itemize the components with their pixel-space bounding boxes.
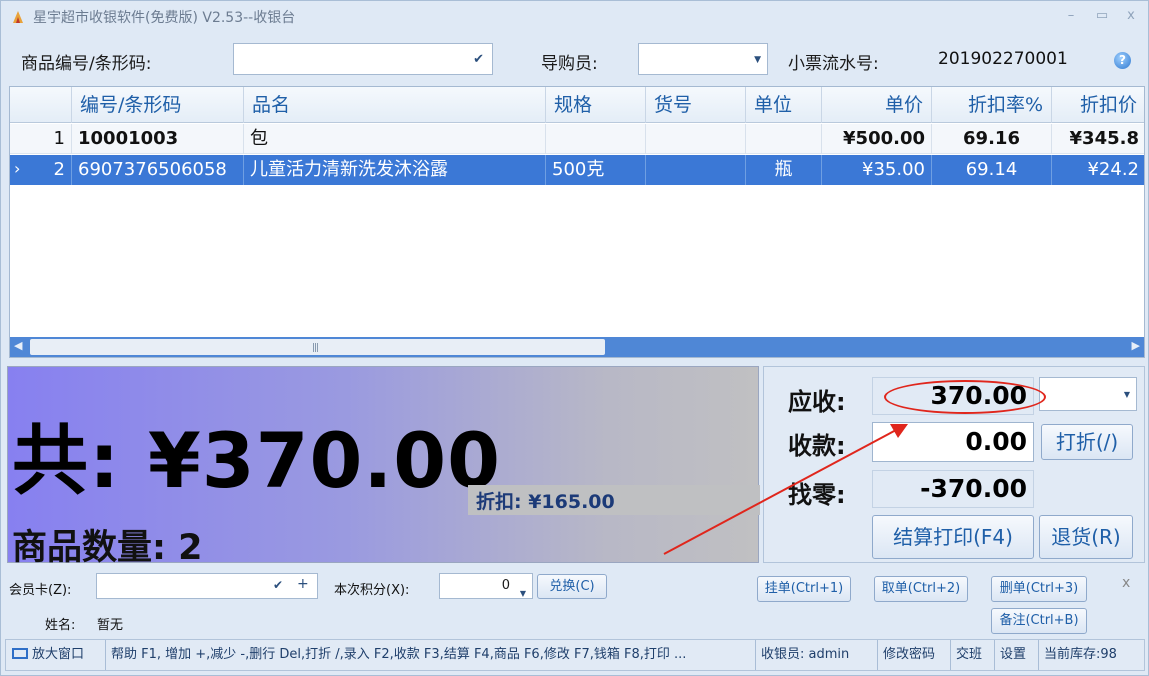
settings-link[interactable]: 设置 — [995, 640, 1039, 670]
cell-rate[interactable]: 69.16 — [932, 124, 1052, 154]
cell-spec[interactable] — [546, 124, 646, 154]
add-icon[interactable]: + — [297, 576, 309, 592]
minimize-button[interactable]: – — [1061, 6, 1081, 26]
cell-rate[interactable]: 69.14 — [932, 155, 1052, 185]
cell-code[interactable]: 10001003 — [72, 124, 244, 154]
member-card-input[interactable]: ✔ + — [96, 573, 318, 599]
cell-name[interactable]: 儿童活力清新洗发沐浴露 — [244, 155, 546, 185]
status-bar: 放大窗口 帮助 F1, 增加 +,减少 -,删行 Del,打折 /,录入 F2,… — [5, 639, 1145, 671]
redeem-button[interactable]: 兑换(C) — [537, 574, 607, 599]
member-card-label: 会员卡(Z): — [9, 583, 72, 598]
column-header[interactable]: 品名 — [244, 87, 546, 123]
column-header[interactable]: 编号/条形码 — [72, 87, 244, 123]
cell-spec[interactable]: 500克 — [546, 155, 646, 185]
stock-info: 当前库存:98 — [1044, 647, 1117, 662]
grid-header: 编号/条形码 品名 规格 货号 单位 单价 折扣率% 折扣价 — [10, 87, 1144, 123]
horizontal-scrollbar[interactable]: ◀ ||| ▶ — [10, 337, 1144, 357]
help-icon[interactable]: ? — [1114, 52, 1131, 69]
receivable-label: 应收: — [788, 388, 846, 416]
guide-label: 导购员: — [541, 54, 598, 74]
zoom-window-button[interactable]: 放大窗口 — [6, 640, 106, 670]
close-icon[interactable]: x — [1122, 575, 1130, 591]
shift-link[interactable]: 交班 — [951, 640, 995, 670]
column-header[interactable]: 折扣率% — [932, 87, 1052, 123]
chevron-down-icon[interactable]: ▼ — [1124, 390, 1130, 399]
cell-disc-price[interactable]: ¥345.8 — [1052, 124, 1144, 154]
cell-item-no[interactable] — [646, 124, 746, 154]
member-name-value: 暂无 — [97, 618, 124, 633]
payment-method-select[interactable]: ▼ — [1039, 377, 1137, 411]
cell-name[interactable]: 包 — [244, 124, 546, 154]
shortcut-help: 帮助 F1, 增加 +,减少 -,删行 Del,打折 /,录入 F2,收款 F3… — [106, 640, 756, 670]
hold-order-button[interactable]: 挂单(Ctrl+1) — [757, 576, 851, 602]
maximize-button[interactable]: ▭ — [1092, 6, 1112, 26]
cell-price[interactable]: ¥35.00 — [822, 155, 932, 185]
scroll-right-icon[interactable]: ▶ — [1132, 339, 1140, 352]
retrieve-order-button[interactable]: 取单(Ctrl+2) — [874, 576, 968, 602]
table-row-selected[interactable]: › 2 6907376506058 儿童活力清新洗发沐浴露 500克 瓶 ¥35… — [10, 155, 1144, 185]
discount-amount: 折扣: ¥165.00 — [476, 491, 615, 513]
row-index: 1 — [10, 124, 72, 154]
zoom-window-label: 放大窗口 — [32, 647, 85, 662]
points-value: 0 — [501, 578, 510, 593]
barcode-label: 商品编号/条形码: — [21, 54, 152, 74]
cell-item-no[interactable] — [646, 155, 746, 185]
annotation-ellipse — [884, 380, 1046, 414]
table-row[interactable]: 1 10001003 包 ¥500.00 69.16 ¥345.8 — [10, 124, 1144, 154]
column-header[interactable]: 折扣价 — [1052, 87, 1144, 123]
chevron-down-icon[interactable]: ▼ — [754, 55, 761, 65]
total-panel: 共: ¥370.00 折扣: ¥165.00 商品数量: 2 — [7, 366, 760, 568]
scroll-left-icon[interactable]: ◀ — [14, 339, 22, 352]
window-title: 星宇超市收银软件(免费版) V2.53--收银台 — [33, 10, 296, 26]
barcode-input[interactable]: ✔ — [233, 43, 493, 75]
close-button[interactable]: x — [1121, 6, 1141, 26]
change-password-link[interactable]: 修改密码 — [878, 640, 951, 670]
cashier-window: 星宇超市收银软件(免费版) V2.53--收银台 – ▭ x 商品编号/条形码:… — [0, 0, 1149, 676]
delete-order-button[interactable]: 删单(Ctrl+3) — [991, 576, 1087, 602]
member-name-label: 姓名: — [45, 618, 76, 633]
check-dropdown-icon[interactable]: ✔ — [473, 52, 484, 67]
column-header[interactable]: 货号 — [646, 87, 746, 123]
refund-button[interactable]: 退货(R) — [1039, 515, 1133, 559]
chevron-down-icon[interactable]: ▼ — [520, 582, 526, 606]
scroll-grip-icon: ||| — [312, 343, 319, 353]
note-button[interactable]: 备注(Ctrl+B) — [991, 608, 1087, 634]
column-header[interactable]: 单位 — [746, 87, 822, 123]
ticket-label: 小票流水号: — [788, 54, 879, 74]
scroll-thumb[interactable]: ||| — [30, 339, 605, 355]
cell-disc-price[interactable]: ¥24.2 — [1052, 155, 1144, 185]
product-grid[interactable]: 编号/条形码 品名 规格 货号 单位 单价 折扣率% 折扣价 1 1000100… — [9, 86, 1145, 358]
header-corner — [10, 87, 72, 123]
window-icon — [12, 648, 28, 659]
guide-select[interactable]: ▼ — [638, 43, 768, 75]
row-index: 2 — [10, 155, 72, 185]
check-dropdown-icon[interactable]: ✔ — [273, 578, 283, 592]
points-label: 本次积分(X): — [334, 583, 410, 598]
annotation-arrow — [663, 424, 908, 555]
discount-button[interactable]: 打折(/) — [1041, 424, 1133, 460]
total-amount: 共: ¥370.00 — [12, 416, 502, 505]
ticket-number: 201902270001 — [938, 49, 1068, 69]
cell-unit[interactable]: 瓶 — [746, 155, 822, 185]
column-header[interactable]: 单价 — [822, 87, 932, 123]
app-icon — [13, 11, 23, 23]
cell-unit[interactable] — [746, 124, 822, 154]
cashier-info: 收银员: admin — [756, 640, 878, 670]
column-header[interactable]: 规格 — [546, 87, 646, 123]
cell-price[interactable]: ¥500.00 — [822, 124, 932, 154]
points-input[interactable]: 0 ▼ — [439, 573, 533, 599]
cell-code[interactable]: 6907376506058 — [72, 155, 244, 185]
item-quantity: 商品数量: 2 — [12, 528, 203, 568]
title-bar: 星宇超市收银软件(免费版) V2.53--收银台 – ▭ x — [1, 1, 1148, 33]
